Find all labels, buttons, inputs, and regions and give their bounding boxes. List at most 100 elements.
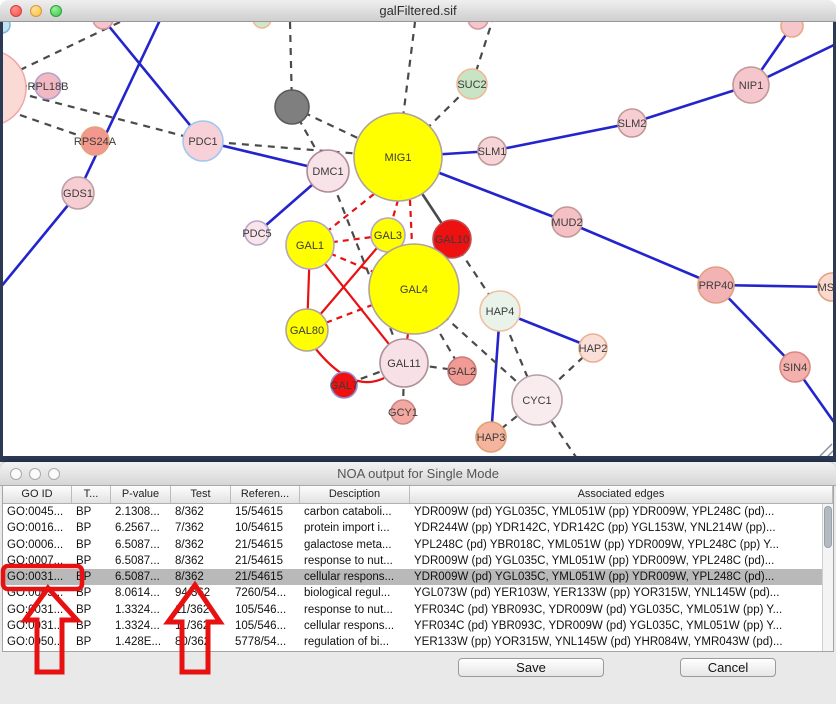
cell-type: BP bbox=[72, 520, 111, 536]
cell-type: BP bbox=[72, 618, 111, 634]
cell-go_id: GO:0050... bbox=[3, 634, 72, 650]
scrollbar-thumb[interactable] bbox=[824, 506, 832, 548]
cell-type: BP bbox=[72, 504, 111, 520]
cell-type: BP bbox=[72, 537, 111, 553]
cell-p_value: 1.3324... bbox=[111, 602, 171, 618]
cell-description: regulation of bi... bbox=[300, 634, 410, 650]
cell-description: cellular respons... bbox=[300, 569, 410, 585]
cell-go_id: GO:0031... bbox=[3, 569, 72, 585]
cell-go_id: GO:0007... bbox=[3, 553, 72, 569]
table-row[interactable]: GO:0016...BP6.2567...7/36210/54615protei… bbox=[3, 520, 833, 536]
column-header-edges[interactable]: Associated edges bbox=[410, 486, 833, 503]
node-label: NIP1 bbox=[739, 80, 763, 92]
cell-test: 8/362 bbox=[171, 504, 231, 520]
node-label: RPS24A bbox=[74, 136, 117, 148]
node-label: GAL10 bbox=[435, 234, 469, 246]
cell-description: response to nut... bbox=[300, 553, 410, 569]
node-label: GAL11 bbox=[387, 358, 420, 370]
network-window: RPL18BRPS24AGDS1PDC1DMC1MIG1SUC2SLM1SLM2… bbox=[0, 0, 836, 462]
node-label: GAL2 bbox=[448, 366, 476, 378]
table-row[interactable]: GO:0031...BP6.5087...8/36221/54615cellul… bbox=[3, 569, 833, 585]
cell-p_value: 6.5087... bbox=[111, 537, 171, 553]
cell-description: galactose meta... bbox=[300, 537, 410, 553]
network-titlebar: galFiltered.sif bbox=[0, 0, 836, 22]
node-unlabeled[interactable] bbox=[468, 22, 488, 29]
node-label: GAL7 bbox=[330, 380, 358, 392]
network-canvas[interactable]: RPL18BRPS24AGDS1PDC1DMC1MIG1SUC2SLM1SLM2… bbox=[0, 22, 836, 462]
cell-reference: 15/54615 bbox=[231, 504, 300, 520]
cell-description: biological regul... bbox=[300, 585, 410, 601]
cell-go_id: GO:0006... bbox=[3, 537, 72, 553]
node-label: HAP4 bbox=[486, 306, 515, 318]
node-label: SIN4 bbox=[783, 362, 807, 374]
node-label: CYC1 bbox=[522, 395, 551, 407]
cell-test: 11/362 bbox=[171, 602, 231, 618]
node-label: PDC1 bbox=[188, 136, 217, 148]
cell-p_value: 6.5087... bbox=[111, 553, 171, 569]
cell-edges: YER133W (pp) YOR315W, YNL145W (pd) YHR08… bbox=[410, 634, 833, 650]
table-row[interactable]: GO:0050...BP1.428E...80/3625778/54...reg… bbox=[3, 634, 833, 650]
cell-edges: YDR244W (pp) YDR142C, YDR142C (pp) YGL15… bbox=[410, 520, 833, 536]
cell-go_id: GO:0045... bbox=[3, 504, 72, 520]
cell-edges: YDR009W (pd) YGL035C, YML051W (pp) YDR00… bbox=[410, 569, 833, 585]
node-label: HAP3 bbox=[477, 432, 506, 444]
cell-description: carbon cataboli... bbox=[300, 504, 410, 520]
vertical-scrollbar[interactable] bbox=[822, 504, 833, 651]
column-header-reference[interactable]: Referen... bbox=[231, 486, 300, 503]
cell-reference: 10/54615 bbox=[231, 520, 300, 536]
cell-reference: 105/546... bbox=[231, 602, 300, 618]
cell-go_id: GO:0031... bbox=[3, 602, 72, 618]
edge bbox=[103, 22, 203, 141]
node-unlabeled[interactable] bbox=[0, 22, 10, 33]
cell-edges: YGL073W (pd) YER103W, YER133W (pp) YOR31… bbox=[410, 585, 833, 601]
noa-titlebar: NOA output for Single Mode bbox=[0, 462, 836, 486]
cell-reference: 21/54615 bbox=[231, 537, 300, 553]
node-label: MSL1 bbox=[818, 282, 836, 294]
node-unlabeled[interactable] bbox=[253, 22, 271, 28]
table-header-row: GO IDT...P-valueTestReferen...Desciption… bbox=[3, 486, 833, 504]
cell-p_value: 1.3324... bbox=[111, 618, 171, 634]
table-body: GO:0045...BP2.1308...8/36215/54615carbon… bbox=[3, 504, 833, 651]
table-row[interactable]: GO:0006...BP6.5087...8/36221/54615galact… bbox=[3, 537, 833, 553]
cell-test: 8/362 bbox=[171, 569, 231, 585]
node-label: GCY1 bbox=[388, 407, 418, 419]
cell-edges: YPL248C (pd) YBR018C, YML051W (pp) YDR00… bbox=[410, 537, 833, 553]
button-row: Save Cancel bbox=[0, 658, 836, 682]
cell-p_value: 2.1308... bbox=[111, 504, 171, 520]
node-label: GAL1 bbox=[296, 240, 324, 252]
node-label: SLM1 bbox=[478, 146, 507, 158]
node-label: RPL18B bbox=[28, 81, 69, 93]
edge bbox=[30, 96, 203, 141]
table-row[interactable]: GO:0007...BP6.5087...8/36221/54615respon… bbox=[3, 553, 833, 569]
table-row[interactable]: GO:0031...BP1.3324...11/362105/546...cel… bbox=[3, 618, 833, 634]
cell-type: BP bbox=[72, 585, 111, 601]
column-header-type[interactable]: T... bbox=[72, 486, 111, 503]
node-label: GAL3 bbox=[374, 230, 402, 242]
cell-p_value: 6.5087... bbox=[111, 569, 171, 585]
table-row[interactable]: GO:0065...BP8.0614...94/3627260/54...bio… bbox=[3, 585, 833, 601]
cell-edges: YFR034C (pd) YBR093C, YDR009W (pd) YGL03… bbox=[410, 602, 833, 618]
column-header-description[interactable]: Desciption bbox=[300, 486, 410, 503]
save-button[interactable]: Save bbox=[458, 658, 604, 677]
cancel-button[interactable]: Cancel bbox=[680, 658, 776, 677]
cell-p_value: 1.428E... bbox=[111, 634, 171, 650]
node-label: PRP40 bbox=[699, 280, 734, 292]
cell-reference: 21/54615 bbox=[231, 553, 300, 569]
column-header-test[interactable]: Test bbox=[171, 486, 231, 503]
go-results-table: GO IDT...P-valueTestReferen...Desciption… bbox=[2, 486, 834, 652]
cell-test: 8/362 bbox=[171, 537, 231, 553]
edge bbox=[0, 193, 78, 288]
node-unlabeled[interactable] bbox=[275, 90, 309, 124]
table-row[interactable]: GO:0045...BP2.1308...8/36215/54615carbon… bbox=[3, 504, 833, 520]
column-header-p_value[interactable]: P-value bbox=[111, 486, 171, 503]
node-label: MIG1 bbox=[385, 152, 412, 164]
edge bbox=[492, 123, 632, 151]
cell-test: 80/362 bbox=[171, 634, 231, 650]
node-label: HAP2 bbox=[579, 343, 608, 355]
cell-go_id: GO:0016... bbox=[3, 520, 72, 536]
node-unlabeled[interactable] bbox=[781, 22, 803, 37]
cell-description: protein import i... bbox=[300, 520, 410, 536]
column-header-go_id[interactable]: GO ID bbox=[3, 486, 72, 503]
table-row[interactable]: GO:0031...BP1.3324...11/362105/546...res… bbox=[3, 602, 833, 618]
edge bbox=[78, 22, 160, 193]
